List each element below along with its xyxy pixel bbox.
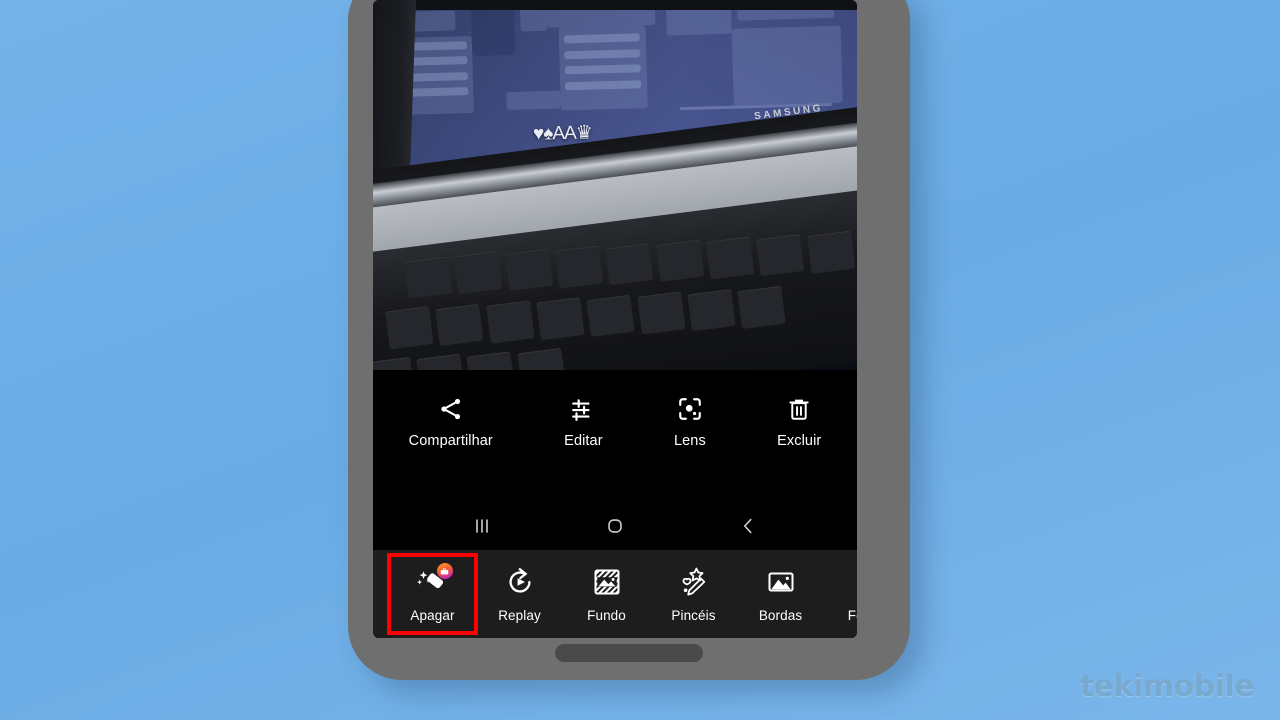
- tool-label: Forma: [847, 608, 857, 623]
- action-compartilhar[interactable]: Compartilhar: [409, 396, 493, 449]
- home-indicator-pill: [555, 644, 703, 662]
- home-button[interactable]: [585, 506, 645, 550]
- action-label: Editar: [564, 433, 603, 449]
- tool-apagar[interactable]: Apagar: [387, 553, 478, 635]
- tool-forma[interactable]: Forma: [824, 555, 857, 633]
- background-icon: [591, 565, 623, 599]
- tool-label: Replay: [498, 608, 541, 623]
- phone-device-frame: ♥♠AA♛ SAMSUNG Compartilhar Editar Lens E…: [348, 0, 910, 680]
- tool-pinceis[interactable]: Pincéis: [650, 555, 737, 633]
- trash-icon: [786, 396, 812, 422]
- action-editar[interactable]: Editar: [564, 396, 603, 449]
- android-navigation-bar: [373, 506, 857, 550]
- replay-icon: [504, 565, 536, 599]
- tool-label: Apagar: [410, 608, 455, 623]
- share-icon: [438, 396, 464, 422]
- action-excluir[interactable]: Excluir: [777, 396, 821, 449]
- action-lens[interactable]: Lens: [674, 396, 706, 449]
- tool-replay[interactable]: Replay: [476, 555, 563, 633]
- tool-bordas[interactable]: Bordas: [737, 555, 824, 633]
- action-label: Excluir: [777, 433, 822, 449]
- phone-screen: ♥♠AA♛ SAMSUNG Compartilhar Editar Lens E…: [373, 0, 857, 638]
- magic-eraser-icon: [415, 563, 453, 599]
- action-row: Compartilhar Editar Lens Excluir: [373, 370, 857, 506]
- lens-icon: [677, 396, 703, 422]
- action-label: Lens: [673, 433, 706, 449]
- monitor-bezel-top: [373, 0, 857, 10]
- tool-label: Fundo: [587, 608, 626, 623]
- shape-icon: [852, 565, 858, 599]
- home-icon: [604, 515, 626, 542]
- toolbox-badge-icon: [436, 563, 453, 579]
- recents-button[interactable]: [452, 506, 512, 550]
- tool-label: Bordas: [758, 608, 803, 623]
- brushes-icon: [678, 565, 710, 599]
- back-icon: [737, 515, 759, 542]
- back-button[interactable]: [718, 506, 778, 550]
- tool-fundo[interactable]: Fundo: [563, 555, 650, 633]
- photo-preview[interactable]: ♥♠AA♛ SAMSUNG: [373, 0, 857, 370]
- sliders-icon: [570, 396, 596, 422]
- action-label: Compartilhar: [408, 433, 493, 449]
- recents-icon: [470, 516, 494, 541]
- tool-label: Pincéis: [671, 608, 716, 623]
- editor-tool-strip[interactable]: Apagar Replay Fundo Pincéis Bordas F: [373, 550, 857, 638]
- tekimobile-watermark: tekimobile: [1079, 669, 1255, 704]
- borders-icon: [765, 565, 797, 599]
